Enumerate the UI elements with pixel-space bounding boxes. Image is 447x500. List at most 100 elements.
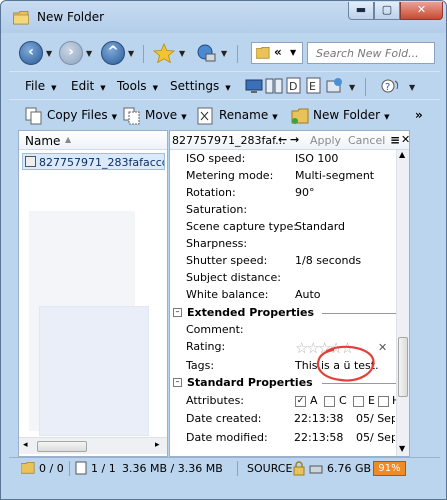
navigation-bar: ‹ ▼ › ▼ ^ ▼ ▼ ▼ « ▼ Search New Fold... <box>9 37 440 71</box>
scrollbar-thumb[interactable] <box>37 441 87 452</box>
move-button[interactable]: Move ▼ <box>123 105 187 125</box>
toolbar-overflow-button[interactable]: » <box>415 105 423 125</box>
address-dropdown-icon[interactable]: ▼ <box>290 48 296 57</box>
close-button[interactable]: ✕ <box>400 2 443 20</box>
menu-tools[interactable]: Tools ▼ <box>117 79 158 93</box>
file-toolbar: Copy Files ▼ Move ▼ Rename ▼ New Folder ▼ » <box>9 99 440 129</box>
menu-bar: File ▼ Edit ▼ Tools ▼ Settings ▼ D E ▼ ? ▼ <box>9 71 440 99</box>
new-folder-button[interactable]: New Folder ▼ <box>291 105 389 125</box>
svg-text:D: D <box>289 80 297 93</box>
separator <box>237 461 238 476</box>
properties-dropdown-icon[interactable]: ▼ <box>349 83 355 92</box>
property-row: Rotation: 90° <box>186 186 315 199</box>
free-space: 6.76 GB <box>327 462 372 475</box>
separator <box>365 78 366 96</box>
back-button[interactable]: ‹ <box>19 41 43 65</box>
pane-menu-icon[interactable]: ≡ <box>390 133 400 147</box>
up-button[interactable]: ^ <box>101 41 125 65</box>
favorites-dropdown-icon[interactable]: ▼ <box>179 49 185 58</box>
apply-button[interactable]: Apply <box>310 134 341 147</box>
cancel-button[interactable]: Cancel <box>348 134 385 147</box>
scroll-right-icon[interactable]: ▸ <box>155 440 160 450</box>
property-row: Metering mode: Multi-segment <box>186 169 375 182</box>
attribute-c-checkbox[interactable] <box>324 396 335 407</box>
address-overflow[interactable]: « <box>274 45 282 59</box>
network-drive-icon[interactable] <box>195 43 217 63</box>
view-details-icon[interactable]: D <box>285 77 303 95</box>
forward-dropdown-icon[interactable]: ▼ <box>86 49 92 58</box>
menu-settings[interactable]: Settings ▼ <box>170 79 231 93</box>
date-created-date[interactable]: 05/ Sep /20 <box>356 412 395 425</box>
property-row: Sharpness: <box>186 237 248 250</box>
scroll-up-icon[interactable]: ▲ <box>399 150 405 159</box>
star-favorites-icon[interactable] <box>153 43 175 63</box>
folder-icon <box>13 11 29 25</box>
date-modified-time[interactable]: 22:13:58 <box>294 431 343 444</box>
clear-rating-icon[interactable]: ✕ <box>378 341 387 354</box>
maximize-button[interactable]: ▢ <box>374 2 400 20</box>
rename-button[interactable]: Rename ▼ <box>197 105 278 125</box>
copy-files-button[interactable]: Copy Files ▼ <box>25 105 117 125</box>
attribute-label: A <box>310 394 318 407</box>
horizontal-scrollbar[interactable]: ◂ ▸ <box>19 437 167 454</box>
help-icon[interactable]: ? <box>381 77 403 95</box>
collapse-icon[interactable]: – <box>173 378 182 387</box>
image-file-icon <box>25 156 36 167</box>
name-column-header[interactable]: Name ▲ <box>19 131 167 150</box>
property-row: Scene capture type: Standard <box>186 220 346 233</box>
back-dropdown-icon[interactable]: ▼ <box>46 49 52 58</box>
search-placeholder: Search New Fold... <box>316 47 419 60</box>
search-input[interactable]: Search New Fold... <box>307 42 435 64</box>
pane-close-icon[interactable]: ✕ <box>401 133 410 146</box>
property-value[interactable]: Multi-segment <box>295 169 374 182</box>
move-icon <box>123 107 140 124</box>
property-value[interactable]: Standard <box>295 220 345 233</box>
rename-icon <box>197 107 213 124</box>
separator <box>69 461 70 476</box>
menu-file[interactable]: File ▼ <box>25 79 56 93</box>
menu-edit[interactable]: Edit ▼ <box>71 79 106 93</box>
up-dropdown-icon[interactable]: ▼ <box>128 49 134 58</box>
monitor-icon[interactable] <box>245 77 263 95</box>
property-value[interactable]: 1/8 seconds <box>295 254 361 267</box>
new-folder-icon <box>291 108 309 124</box>
scroll-down-icon[interactable]: ▼ <box>399 444 405 453</box>
divider <box>322 383 406 384</box>
size-total: 3.36 MB / 3.36 MB <box>122 462 223 475</box>
next-file-icon[interactable]: → <box>290 133 299 146</box>
date-created-time[interactable]: 22:13:38 <box>294 412 343 425</box>
minimize-button[interactable]: ▬ <box>348 2 374 20</box>
attribute-e-checkbox[interactable] <box>353 396 364 407</box>
title-bar[interactable]: New Folder ▬ ▢ ✕ <box>1 1 446 33</box>
copy-icon <box>25 107 42 124</box>
extended-properties-group[interactable]: – Extended Properties <box>172 305 406 321</box>
attribute-h-checkbox[interactable] <box>378 396 389 407</box>
toggle-pane-icon[interactable] <box>265 77 283 95</box>
collapse-icon[interactable]: – <box>173 308 182 317</box>
metadata-pane: 827757971_283faf... ← → Apply Cancel ≡ ✕… <box>169 130 410 457</box>
list-item[interactable]: 827757971_283fafaccd_o.jpg <box>22 153 165 170</box>
vertical-scrollbar[interactable]: ▲ ▼ <box>396 150 409 456</box>
file-count: 1 / 1 <box>91 462 116 475</box>
property-row: White balance: Auto <box>186 288 321 301</box>
date-modified-row: Date modified: 22:13:58 05/ Sep /20 <box>186 431 395 444</box>
forward-button[interactable]: › <box>59 41 83 65</box>
file-icon <box>75 461 87 475</box>
properties-icon[interactable] <box>325 77 343 95</box>
scroll-left-icon[interactable]: ◂ <box>23 440 28 450</box>
help-dropdown-icon[interactable]: ▼ <box>409 83 415 92</box>
separator <box>143 45 144 63</box>
scrollbar-thumb[interactable] <box>398 337 408 397</box>
previous-file-icon[interactable]: ← <box>278 133 287 146</box>
lock-icon <box>293 461 305 476</box>
view-extra-icon[interactable]: E <box>305 77 323 95</box>
property-value[interactable]: 90° <box>295 186 315 199</box>
property-value[interactable]: ISO 100 <box>295 152 338 165</box>
address-bar[interactable]: « ▼ <box>251 42 303 64</box>
drive-dropdown-icon[interactable]: ▼ <box>221 49 227 58</box>
attribute-a-checkbox[interactable]: ✓ <box>295 396 306 407</box>
property-value[interactable]: Auto <box>295 288 321 301</box>
svg-text:?: ? <box>385 82 390 93</box>
property-row: Saturation: <box>186 203 248 216</box>
date-modified-date[interactable]: 05/ Sep /20 <box>356 431 395 444</box>
